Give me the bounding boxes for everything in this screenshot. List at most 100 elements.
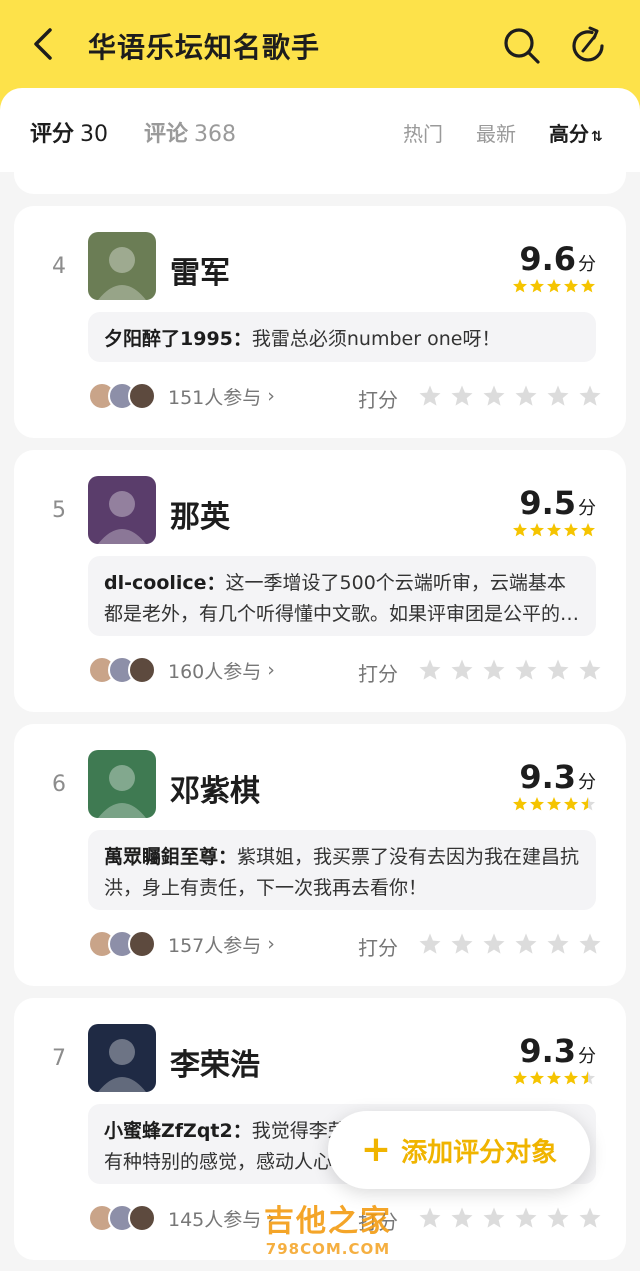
score: 9.5 分: [519, 484, 596, 522]
score-value: 9.3: [519, 758, 576, 796]
rate-star-icon[interactable]: [418, 658, 442, 686]
tab-high-score[interactable]: 高分 ⇅: [549, 118, 603, 147]
chevron-right-icon: ›: [267, 933, 275, 955]
participant-count: 157人参与: [168, 934, 262, 957]
rate-star-icon[interactable]: [450, 384, 474, 412]
score-star-icon: [529, 796, 545, 816]
score-stars: [512, 1070, 596, 1090]
participant-count: 160人参与: [168, 660, 262, 683]
top-comment[interactable]: dl-coolice：这一季增设了500个云端听审，云端基本都是老外，有几个听得…: [88, 556, 596, 636]
score-star-icon: [529, 1070, 545, 1090]
rate-star-icon[interactable]: [578, 658, 602, 686]
rate-star-icon[interactable]: [514, 932, 538, 960]
rating-stat: 评分 30: [30, 116, 108, 148]
rank-number: 7: [52, 1046, 66, 1071]
score-star-icon: [512, 278, 528, 298]
score-star-icon: [546, 796, 562, 816]
score-star-icon: [546, 1070, 562, 1090]
participant-avatars: [88, 930, 156, 958]
share-icon[interactable]: [566, 24, 610, 68]
comment-count: 368: [194, 122, 237, 147]
rate-star-icon[interactable]: [514, 384, 538, 412]
rate-star-icon[interactable]: [418, 384, 442, 412]
add-rating-object-button[interactable]: + 添加评分对象: [328, 1111, 590, 1189]
rate-star-icon[interactable]: [546, 384, 570, 412]
rate-stars[interactable]: [418, 658, 602, 686]
score-star-icon: [580, 1070, 596, 1090]
rate-star-icon[interactable]: [418, 932, 442, 960]
rate-star-icon[interactable]: [450, 1206, 474, 1234]
score-unit: 分: [578, 772, 596, 793]
rate-star-icon[interactable]: [546, 1206, 570, 1234]
rate-stars[interactable]: [418, 1206, 602, 1234]
plus-icon: +: [360, 1129, 392, 1170]
avatar[interactable]: [88, 750, 156, 818]
singer-name[interactable]: 李荣浩: [170, 1040, 260, 1084]
rate-label: 打分: [358, 662, 398, 686]
singer-name[interactable]: 邓紫棋: [170, 766, 260, 810]
rate-star-icon[interactable]: [578, 932, 602, 960]
rate-label: 打分: [358, 1210, 398, 1234]
participants[interactable]: 145人参与 ›: [88, 1204, 275, 1232]
avatar[interactable]: [88, 1024, 156, 1092]
comments-stat[interactable]: 评论 368: [144, 116, 236, 148]
avatar[interactable]: [88, 476, 156, 544]
participants[interactable]: 157人参与 ›: [88, 930, 275, 958]
page-title: 华语乐坛知名歌手: [88, 31, 321, 64]
page: 华语乐坛知名歌手 评分 30 评论 368 热门 最新 高分 ⇅ 4 雷军 9.…: [0, 0, 640, 1271]
comment-user: 小蜜蜂ZfZqt2：: [104, 1120, 252, 1142]
top-comment[interactable]: 萬眾矚鉬至尊：紫琪姐，我买票了没有去因为我在建昌抗洪，身上有责任，下一次我再去看…: [88, 830, 596, 910]
tab-latest[interactable]: 最新: [476, 118, 516, 147]
rate-star-icon[interactable]: [482, 384, 506, 412]
participant-avatar: [128, 930, 156, 958]
score: 9.6 分: [519, 240, 596, 278]
score-value: 9.5: [519, 484, 576, 522]
rating-count: 30: [80, 122, 109, 147]
singer-name[interactable]: 那英: [170, 492, 230, 536]
rate-star-icon[interactable]: [578, 384, 602, 412]
participant-avatar: [128, 1204, 156, 1232]
chevron-right-icon: ›: [267, 659, 275, 681]
top-comment[interactable]: 夕阳醉了1995：我雷总必须number one呀！: [88, 312, 596, 362]
singer-name[interactable]: 雷军: [170, 248, 230, 292]
back-icon[interactable]: [22, 22, 66, 66]
previous-card: [14, 150, 626, 194]
rate-stars[interactable]: [418, 932, 602, 960]
rate-star-icon[interactable]: [418, 1206, 442, 1234]
rate-star-icon[interactable]: [514, 658, 538, 686]
rate-label: 打分: [358, 936, 398, 960]
rate-stars[interactable]: [418, 384, 602, 412]
rate-star-icon[interactable]: [578, 1206, 602, 1234]
score-star-icon: [512, 522, 528, 542]
rate-star-icon[interactable]: [482, 932, 506, 960]
rate-star-icon[interactable]: [546, 932, 570, 960]
score-star-icon: [546, 522, 562, 542]
rating-card[interactable]: 4 雷军 9.6 分 夕阳醉了1995：我雷总必须number one呀！ 151…: [14, 206, 626, 438]
avatar[interactable]: [88, 232, 156, 300]
rate-star-icon[interactable]: [450, 658, 474, 686]
score-star-icon: [563, 278, 579, 298]
rank-number: 5: [52, 498, 66, 523]
score-stars: [512, 522, 596, 542]
rate-star-icon[interactable]: [450, 932, 474, 960]
rank-number: 6: [52, 772, 66, 797]
participants[interactable]: 151人参与 ›: [88, 382, 275, 410]
rate-star-icon[interactable]: [514, 1206, 538, 1234]
score-star-icon: [580, 796, 596, 816]
rating-card[interactable]: 6 邓紫棋 9.3 分 萬眾矚鉬至尊：紫琪姐，我买票了没有去因为我在建昌抗洪，身上…: [14, 724, 626, 986]
participants[interactable]: 160人参与 ›: [88, 656, 275, 684]
search-icon[interactable]: [500, 24, 544, 68]
score: 9.3 分: [519, 1032, 596, 1070]
chevron-right-icon: ›: [267, 385, 275, 407]
rate-star-icon[interactable]: [482, 1206, 506, 1234]
rating-label: 评分: [30, 122, 75, 147]
score-star-icon: [563, 522, 579, 542]
rating-card[interactable]: 5 那英 9.5 分 dl-coolice：这一季增设了500个云端听审，云端基本…: [14, 450, 626, 712]
score-star-icon: [529, 522, 545, 542]
tab-hot[interactable]: 热门: [403, 118, 443, 147]
score-unit: 分: [578, 1046, 596, 1067]
rate-star-icon[interactable]: [482, 658, 506, 686]
rank-number: 4: [52, 254, 66, 279]
comment-text: 我雷总必须number one呀！: [251, 328, 501, 350]
rate-star-icon[interactable]: [546, 658, 570, 686]
